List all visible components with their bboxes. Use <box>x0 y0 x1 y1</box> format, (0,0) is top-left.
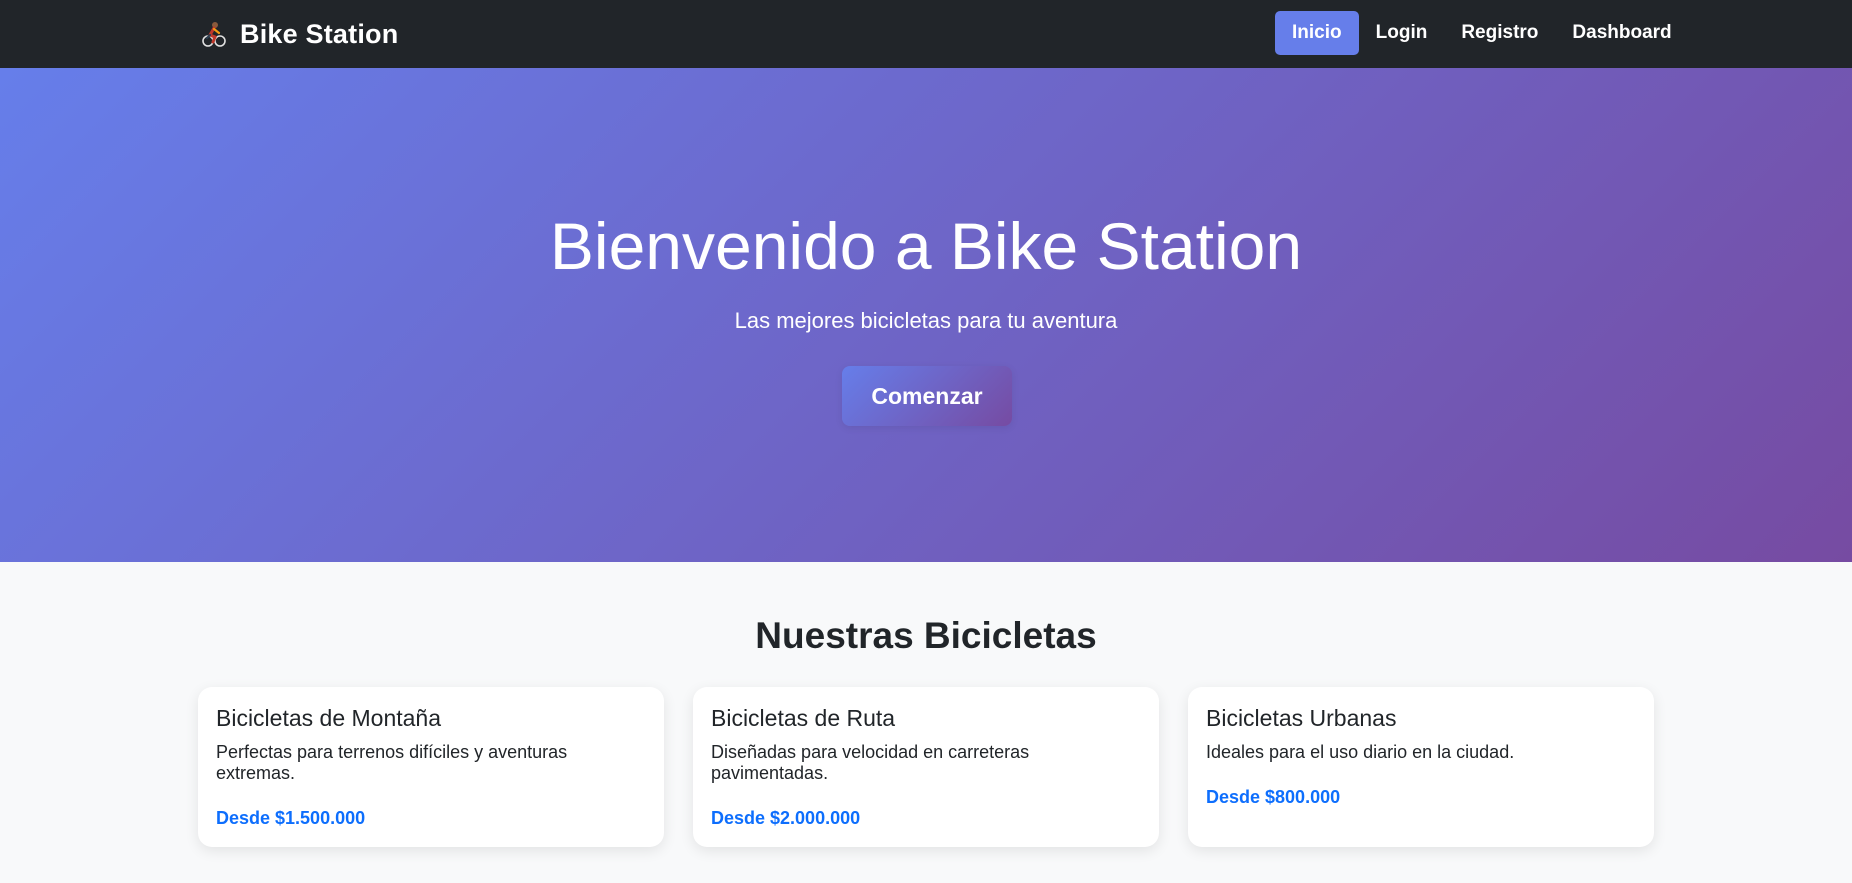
card-price: Desde $1.500.000 <box>216 808 366 828</box>
card-price: Desde $800.000 <box>1206 787 1341 807</box>
hero-section: Bienvenido a Bike Station Las mejores bi… <box>0 68 1852 562</box>
brand[interactable]: Bike Station <box>200 0 398 68</box>
hero-title: Bienvenido a Bike Station <box>549 209 1303 283</box>
card-road: Bicicletas de Ruta Diseñadas para veloci… <box>693 687 1159 847</box>
navbar: Bike Station Inicio Login Registro Dashb… <box>0 0 1852 68</box>
card-price: Desde $2.000.000 <box>711 808 861 828</box>
card-urban: Bicicletas Urbanas Ideales para el uso d… <box>1188 687 1654 847</box>
cyclist-icon <box>202 22 226 47</box>
start-button[interactable]: Comenzar <box>842 366 1012 426</box>
card-mountain: Bicicletas de Montaña Perfectas para ter… <box>198 687 664 847</box>
card-description: Diseñadas para velocidad en carreteras p… <box>711 742 1030 783</box>
nav-link-registro[interactable]: Registro <box>1444 11 1555 55</box>
card-description: Perfectas para terrenos difíciles y aven… <box>216 742 568 783</box>
card-title: Bicicletas de Montaña <box>216 705 442 731</box>
card-title: Bicicletas de Ruta <box>711 705 896 731</box>
nav-link-dashboard[interactable]: Dashboard <box>1555 11 1688 55</box>
section-title: Nuestras Bicicletas <box>755 615 1097 656</box>
hero-subtitle: Las mejores bicicletas para tu aventura <box>734 308 1118 333</box>
nav-link-login[interactable]: Login <box>1359 11 1445 55</box>
nav-links: Inicio Login Registro Dashboard <box>1275 11 1689 55</box>
card-description: Ideales para el uso diario en la ciudad. <box>1206 742 1515 762</box>
card-title: Bicicletas Urbanas <box>1206 705 1397 731</box>
brand-name: Bike Station <box>240 18 399 49</box>
nav-link-inicio[interactable]: Inicio <box>1275 11 1359 55</box>
